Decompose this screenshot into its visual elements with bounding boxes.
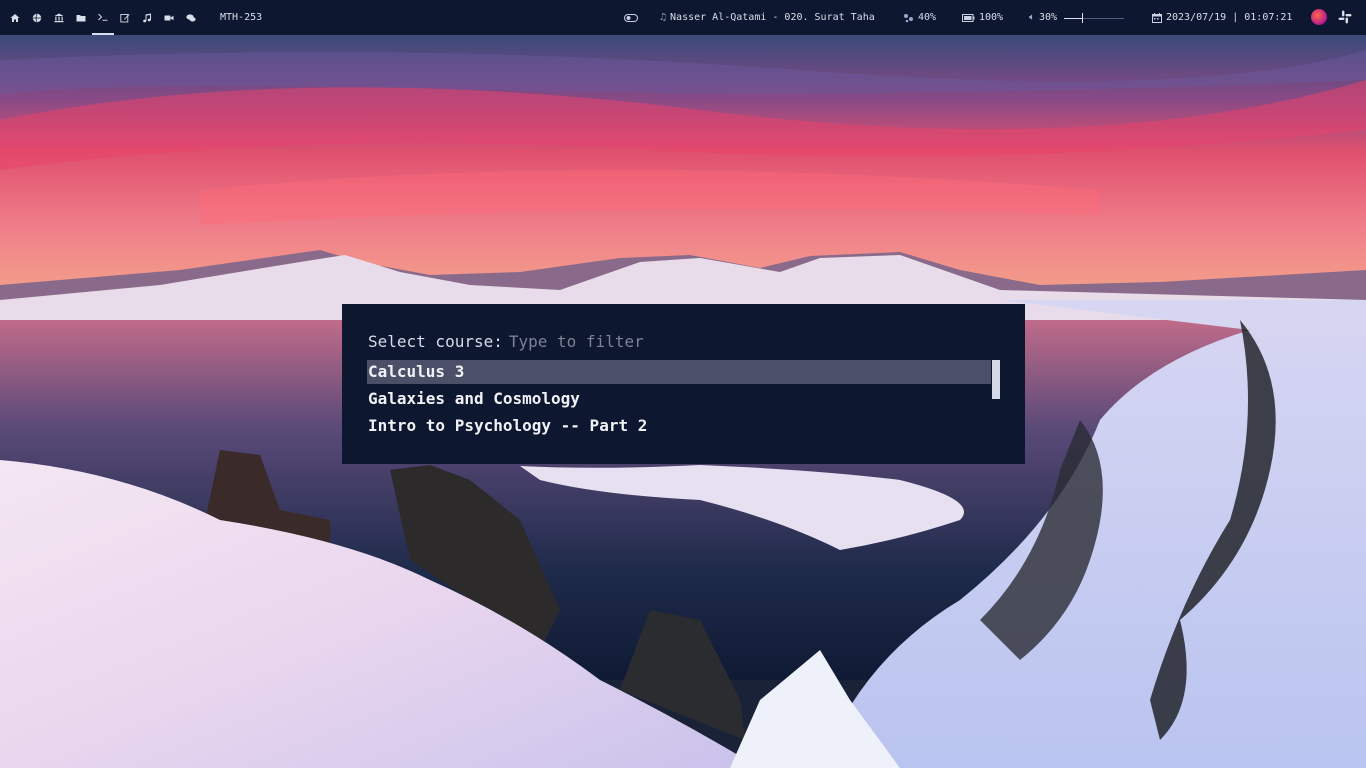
top-bar: MTH-253 ♫ Nasser Al-Qatami - 020. Surat …: [0, 0, 1366, 35]
volume-slider[interactable]: [1064, 12, 1125, 23]
cpu-text: 40%: [918, 12, 937, 23]
speaker-icon: 🔈︎: [1029, 12, 1035, 23]
battery-indicator: 100%: [962, 0, 1003, 35]
project-label: MTH-253: [220, 12, 263, 23]
volume-control[interactable]: 🔈︎ 30%: [1029, 0, 1125, 35]
volume-knob[interactable]: [1082, 12, 1084, 23]
now-playing-text: Nasser Al-Qatami - 020. Surat Taha: [670, 12, 875, 23]
edit-icon[interactable]: [114, 0, 136, 35]
filter-input[interactable]: [508, 332, 809, 351]
battery-text: 100%: [979, 12, 1004, 23]
bank-icon[interactable]: [48, 0, 70, 35]
course-list: Calculus 3 Galaxies and Cosmology Intro …: [367, 360, 991, 441]
now-playing[interactable]: ♫ Nasser Al-Qatami - 020. Surat Taha: [660, 0, 875, 35]
home-icon[interactable]: [4, 0, 26, 35]
music-note-icon: ♫: [660, 12, 667, 23]
firefox-icon[interactable]: [1311, 9, 1327, 25]
terminal-icon[interactable]: [92, 0, 114, 35]
slack-icon[interactable]: [1338, 10, 1352, 24]
scrollbar[interactable]: [992, 360, 1000, 399]
cpu-icon: [904, 13, 913, 22]
cpu-indicator: 40%: [903, 0, 936, 35]
chat-icon[interactable]: [180, 0, 202, 35]
toggle-icon[interactable]: [624, 0, 638, 35]
folder-icon[interactable]: [70, 0, 92, 35]
workspace-switcher: [4, 0, 202, 35]
toggle-switch-icon: [624, 13, 638, 22]
video-icon[interactable]: [158, 0, 180, 35]
clock[interactable]: 2023/07/19 | 01:07:21: [1152, 0, 1292, 35]
datetime-text: 2023/07/19 | 01:07:21: [1166, 12, 1293, 23]
list-item[interactable]: Calculus 3: [367, 360, 991, 384]
music-icon[interactable]: [136, 0, 158, 35]
course-selector-dialog: Select course: Calculus 3 Galaxies and C…: [342, 304, 1025, 464]
volume-fill: [1064, 17, 1083, 19]
globe-icon[interactable]: [26, 0, 48, 35]
volume-text: 30%: [1039, 12, 1058, 23]
prompt-row: Select course:: [368, 332, 809, 352]
calendar-icon: [1152, 12, 1162, 23]
battery-icon: [962, 13, 975, 22]
list-item[interactable]: Galaxies and Cosmology: [367, 387, 991, 411]
list-item[interactable]: Intro to Psychology -- Part 2: [367, 414, 991, 438]
prompt-label: Select course:: [368, 332, 503, 351]
